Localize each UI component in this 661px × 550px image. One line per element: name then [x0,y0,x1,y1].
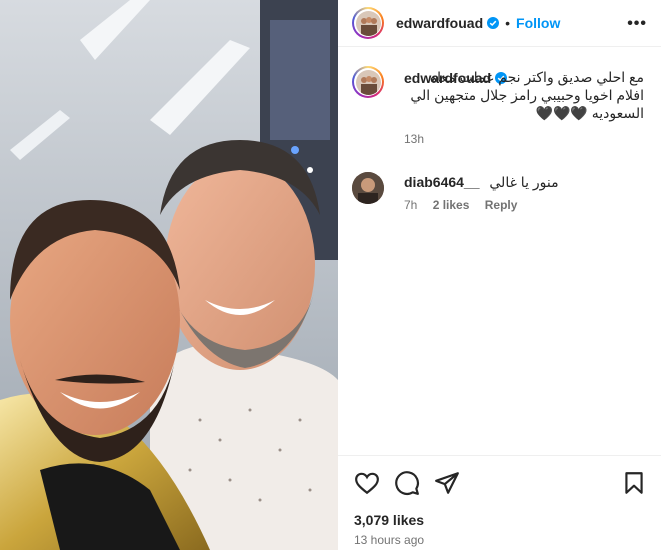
follow-button[interactable]: Follow [516,15,560,31]
story-ring [352,7,384,39]
reply-button[interactable]: Reply [485,198,518,212]
comment-timestamp[interactable]: 7h [404,198,417,212]
share-icon[interactable] [434,470,460,496]
post-details-panel: edwardfouad • Follow ••• edwardfouad مع … [338,0,661,550]
avatar-image [355,10,381,36]
verified-badge-icon [487,17,500,29]
more-options-icon[interactable]: ••• [627,15,647,33]
comment-text: منور يا غالي [489,174,559,190]
post-timestamp[interactable]: 13 hours ago [354,533,424,547]
heart-icon[interactable] [354,470,380,496]
likes-count[interactable]: 3,079 likes [354,512,424,528]
comment-avatar[interactable] [352,172,384,204]
post-author-avatar[interactable] [352,7,384,39]
post-header: edwardfouad • Follow ••• [338,0,661,47]
comment-icon[interactable] [394,470,420,496]
action-bar [338,455,661,510]
selfie-image [0,0,338,550]
comment-username[interactable]: diab6464__ [404,174,480,190]
post-photo[interactable] [0,0,338,550]
comment-likes[interactable]: 2 likes [433,198,470,212]
caption-avatar[interactable] [352,66,384,98]
caption-text: مع احلي صديق واكتر نجم عملت معاه افلام ا… [410,69,644,121]
bookmark-icon[interactable] [621,470,647,496]
separator-dot: • [505,15,511,31]
caption-block: edwardfouad مع احلي صديق واكتر نجم عملت … [404,69,644,146]
caption-timestamp[interactable]: 13h [404,132,644,146]
post-author-username[interactable]: edwardfouad [396,15,483,31]
